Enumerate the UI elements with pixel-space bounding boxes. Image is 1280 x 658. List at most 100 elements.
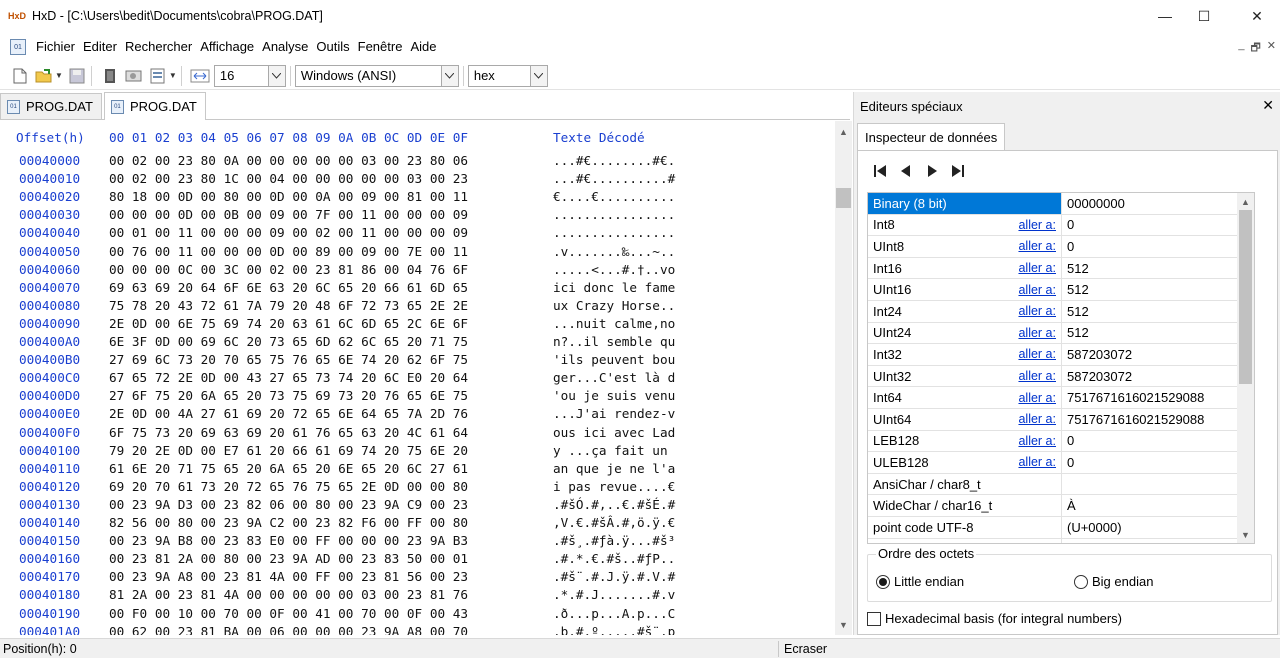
row-decoded-text[interactable]: ux Crazy Horse..	[553, 298, 675, 313]
row-decoded-text[interactable]: 'ils peuvent bou	[553, 352, 675, 367]
scroll-up-icon[interactable]: ▲	[1237, 193, 1254, 210]
last-icon[interactable]	[950, 163, 966, 179]
inspector-value[interactable]: 0	[1062, 236, 1254, 257]
inspector-value[interactable]: (U+0000)	[1062, 517, 1254, 538]
mdi-restore-button[interactable]: 🗗	[1250, 39, 1260, 58]
inspector-row[interactable]: AnsiChar / char8_t	[868, 473, 1254, 496]
row-hex-bytes[interactable]: 00 23 9A B8 00 23 83 E0 00 FF 00 00 00 2…	[109, 533, 468, 548]
inspector-row[interactable]: Int32 aller a: 587203072	[868, 344, 1254, 366]
row-hex-bytes[interactable]: 00 00 00 0C 00 3C 00 02 00 23 81 86 00 0…	[109, 262, 468, 277]
chevron-down-icon[interactable]	[267, 65, 285, 86]
row-decoded-text[interactable]: ................	[553, 225, 675, 240]
inspector-value[interactable]: 00000000	[1062, 193, 1254, 214]
inspector-value[interactable]: 6.02031742038086E-18	[1062, 539, 1254, 543]
new-file-icon[interactable]	[10, 66, 30, 86]
row-decoded-text[interactable]: €....€..........	[553, 189, 675, 204]
row-decoded-text[interactable]: an que je ne l'a	[553, 461, 675, 476]
row-hex-bytes[interactable]: 00 00 00 0D 00 0B 00 09 00 7F 00 11 00 0…	[109, 207, 468, 222]
inspector-value[interactable]: 0	[1062, 452, 1254, 473]
row-decoded-text[interactable]: .b.#.º.....#š¨.p	[553, 624, 675, 635]
mdi-minimize-button[interactable]: _	[1238, 39, 1244, 58]
row-decoded-text[interactable]: .#šÓ.#‚..€.#šÉ.#	[553, 497, 675, 512]
row-decoded-text[interactable]: .v.......‰...~..	[553, 244, 675, 259]
menu-outils[interactable]: Outils	[312, 33, 353, 61]
scroll-thumb[interactable]	[836, 188, 851, 208]
row-hex-bytes[interactable]: 69 63 69 20 64 6F 6E 63 20 6C 65 20 66 6…	[109, 280, 468, 295]
row-hex-bytes[interactable]: 00 23 9A D3 00 23 82 06 00 80 00 23 9A C…	[109, 497, 468, 512]
view-dropdown-icon[interactable]: ▼	[169, 71, 177, 80]
scroll-down-icon[interactable]: ▼	[835, 616, 852, 633]
menu-aide[interactable]: Aide	[406, 33, 440, 61]
inspector-value[interactable]: 512	[1062, 301, 1254, 322]
row-hex-bytes[interactable]: 81 2A 00 23 81 4A 00 00 00 00 00 03 00 2…	[109, 587, 468, 602]
charset-select[interactable]: Windows (ANSI)	[294, 64, 459, 87]
inspector-value[interactable]	[1062, 474, 1254, 495]
chevron-down-icon[interactable]	[440, 65, 458, 86]
row-hex-bytes[interactable]: 2E 0D 00 6E 75 69 74 20 63 61 6C 6D 65 2…	[109, 316, 468, 331]
row-decoded-text[interactable]: .....<...#.†..vo	[553, 262, 675, 277]
goto-link[interactable]: aller a:	[1018, 347, 1056, 361]
row-hex-bytes[interactable]: 2E 0D 00 4A 27 61 69 20 72 65 6E 64 65 7…	[109, 406, 468, 421]
view-options-icon[interactable]	[148, 66, 168, 86]
big-endian-radio[interactable]: Big endian	[1074, 574, 1153, 589]
chevron-down-icon[interactable]	[529, 65, 547, 86]
goto-link[interactable]: aller a:	[1018, 391, 1056, 405]
row-decoded-text[interactable]: ...nuit calme,no	[553, 316, 675, 331]
menu-editer[interactable]: Editer	[79, 33, 121, 61]
inspector-row[interactable]: WideChar / char16_t À	[868, 495, 1254, 517]
row-decoded-text[interactable]: ici donc le fame	[553, 280, 675, 295]
menu-fenetre[interactable]: Fenêtre	[354, 33, 407, 61]
goto-link[interactable]: aller a:	[1018, 261, 1056, 275]
inspector-value[interactable]: 512	[1062, 279, 1254, 300]
inspector-row[interactable]: UInt16 aller a: 512	[868, 279, 1254, 301]
inspector-value[interactable]: 0	[1062, 215, 1254, 236]
inspector-value[interactable]: 512	[1062, 323, 1254, 344]
tab-data-inspector[interactable]: Inspecteur de données	[857, 123, 1006, 150]
panel-close-icon[interactable]: ✕	[1262, 97, 1274, 114]
row-decoded-text[interactable]: ...J'ai rendez-v	[553, 406, 675, 421]
inspector-value[interactable]: 587203072	[1062, 344, 1254, 365]
inspector-value[interactable]: 7517671616021529088	[1062, 387, 1254, 408]
row-decoded-text[interactable]: i pas revue....€	[553, 479, 675, 494]
inspector-value[interactable]: 587203072	[1062, 366, 1254, 387]
goto-link[interactable]: aller a:	[1018, 283, 1056, 297]
save-icon[interactable]	[67, 66, 87, 86]
row-hex-bytes[interactable]: 00 01 00 11 00 00 00 09 00 02 00 11 00 0…	[109, 225, 468, 240]
scroll-thumb[interactable]	[1239, 210, 1252, 384]
inspector-value[interactable]: 512	[1062, 258, 1254, 279]
row-decoded-text[interactable]: ...#€..........#	[553, 171, 675, 186]
inspector-row[interactable]: Binary (8 bit) 00000000	[868, 193, 1254, 215]
inspector-row[interactable]: ULEB128 aller a: 0	[868, 452, 1254, 474]
inspector-row[interactable]: Int64 aller a: 7517671616021529088	[868, 387, 1254, 409]
inspector-row[interactable]: UInt8 aller a: 0	[868, 236, 1254, 258]
goto-link[interactable]: aller a:	[1018, 412, 1056, 426]
hex-scrollbar[interactable]: ▲ ▼	[835, 121, 852, 635]
row-hex-bytes[interactable]: 00 76 00 11 00 00 00 0D 00 89 00 09 00 7…	[109, 244, 468, 259]
inspector-row[interactable]: Int8 aller a: 0	[868, 214, 1254, 237]
open-dropdown-icon[interactable]: ▼	[55, 71, 63, 80]
checkbox-box[interactable]	[867, 611, 881, 626]
inspector-scrollbar[interactable]: ▲ ▼	[1237, 193, 1254, 543]
ram-icon[interactable]	[100, 66, 120, 86]
hex-basis-checkbox[interactable]: Hexadecimal basis (for integral numbers)	[867, 611, 1122, 626]
row-decoded-text[interactable]: ous ici avec Lad	[553, 425, 675, 440]
row-decoded-text[interactable]: .#š¸.#ƒà.ÿ...#š³	[553, 533, 675, 548]
maximize-button[interactable]: ☐	[1181, 0, 1227, 32]
row-decoded-text[interactable]: .*.#.J.......#.v	[553, 587, 675, 602]
row-hex-bytes[interactable]: 67 65 72 2E 0D 00 43 27 65 73 74 20 6C E…	[109, 370, 468, 385]
row-hex-bytes[interactable]: 27 6F 75 20 6A 65 20 73 75 69 73 20 76 6…	[109, 388, 468, 403]
goto-link[interactable]: aller a:	[1018, 326, 1056, 340]
goto-link[interactable]: aller a:	[1018, 218, 1056, 232]
radio-unselected-icon[interactable]	[1074, 574, 1088, 589]
row-hex-bytes[interactable]: 82 56 00 80 00 23 9A C2 00 23 82 F6 00 F…	[109, 515, 468, 530]
row-hex-bytes[interactable]: 6E 3F 0D 00 69 6C 20 73 65 6D 62 6C 65 2…	[109, 334, 468, 349]
scroll-up-icon[interactable]: ▲	[835, 123, 852, 140]
row-hex-bytes[interactable]: 79 20 2E 0D 00 E7 61 20 66 61 69 74 20 7…	[109, 443, 468, 458]
row-decoded-text[interactable]: .ð...p...A.p...C	[553, 606, 675, 621]
goto-link[interactable]: aller a:	[1018, 455, 1056, 469]
row-hex-bytes[interactable]: 00 23 81 2A 00 80 00 23 9A AD 00 23 83 5…	[109, 551, 468, 566]
tab-prog-dat-1[interactable]: 01 PROG.DAT	[0, 93, 102, 119]
goto-link[interactable]: aller a:	[1018, 369, 1056, 383]
goto-link[interactable]: aller a:	[1018, 239, 1056, 253]
row-hex-bytes[interactable]: 27 69 6C 73 20 70 65 75 76 65 6E 74 20 6…	[109, 352, 468, 367]
